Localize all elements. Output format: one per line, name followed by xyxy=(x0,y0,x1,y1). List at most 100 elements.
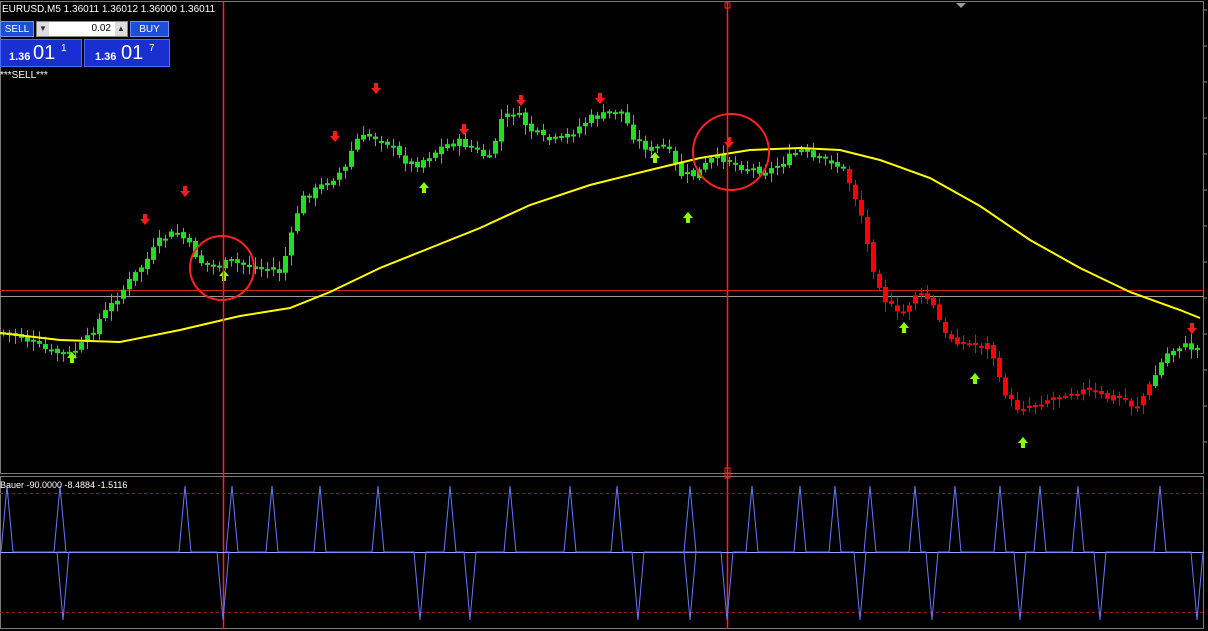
candle-body xyxy=(307,195,312,198)
candle-body xyxy=(115,300,120,305)
candle-body xyxy=(265,268,270,271)
candle-body xyxy=(1159,362,1164,376)
candle-body xyxy=(607,111,612,114)
candle-body xyxy=(103,310,108,319)
chart-shift-marker[interactable] xyxy=(956,3,966,8)
candle-body xyxy=(205,262,210,265)
candle-body xyxy=(397,146,402,156)
candlestick-series xyxy=(1,104,1200,416)
candle-body xyxy=(229,259,234,262)
arrow-up-icon xyxy=(419,182,429,193)
candle-body xyxy=(877,273,882,288)
buy-button[interactable]: BUY xyxy=(130,21,169,37)
candle-body xyxy=(1069,393,1074,396)
candle-body xyxy=(295,213,300,232)
candle-body xyxy=(157,237,162,246)
candle-body xyxy=(625,112,630,124)
candle-body xyxy=(829,160,834,164)
candle-body xyxy=(1003,377,1008,396)
candle-body xyxy=(247,264,252,268)
candle-body xyxy=(883,286,888,303)
candle-body xyxy=(421,160,426,168)
candle-body xyxy=(319,184,324,190)
candle-body xyxy=(1189,343,1194,350)
candle-body xyxy=(595,115,600,119)
candle-body xyxy=(523,112,528,126)
candle-body xyxy=(31,339,36,342)
candle-body xyxy=(289,232,294,256)
candle-body xyxy=(961,341,966,344)
candle-body xyxy=(541,129,546,136)
candle-body xyxy=(343,166,348,171)
candle-body xyxy=(721,154,726,162)
candle-body xyxy=(469,145,474,148)
candle-body xyxy=(463,139,468,148)
candle-body xyxy=(277,269,282,273)
candle-body xyxy=(685,172,690,175)
candle-body xyxy=(757,166,762,174)
candle-body xyxy=(313,187,318,199)
candle-body xyxy=(1135,406,1140,409)
lot-size-value[interactable]: 0.02 xyxy=(51,22,113,36)
sell-button[interactable]: SELL xyxy=(0,21,34,37)
candle-body xyxy=(745,169,750,172)
candle-body xyxy=(559,135,564,138)
candle-body xyxy=(1093,390,1098,393)
arrow-up-icon xyxy=(683,212,693,223)
candle-body xyxy=(901,311,906,314)
candle-body xyxy=(391,145,396,148)
candle-body xyxy=(775,165,780,168)
candle-body xyxy=(133,272,138,281)
buy-price-button[interactable]: 1.36 01 7 xyxy=(84,39,170,67)
candle-body xyxy=(235,259,240,263)
candle-body xyxy=(505,113,510,117)
candle-body xyxy=(955,337,960,345)
candle-body xyxy=(151,247,156,260)
candle-body xyxy=(337,172,342,180)
lot-increase-icon[interactable]: ▲ xyxy=(115,22,127,36)
candle-body xyxy=(1153,375,1158,386)
highlight-circle xyxy=(692,113,770,191)
candle-body xyxy=(37,340,42,344)
one-click-trading-panel: SELL ▼ 0.02 ▲ BUY 1.36 01 1 1.36 01 7 xyxy=(0,19,170,67)
candle-body xyxy=(1183,343,1188,348)
candle-body xyxy=(1111,395,1116,401)
candle-body xyxy=(499,118,504,142)
sell-price-pip: 1 xyxy=(61,43,67,54)
symbol-info: EURUSD,M5 1.36011 1.36012 1.36000 1.3601… xyxy=(2,4,216,15)
chart-canvas[interactable] xyxy=(0,0,1208,631)
candle-body xyxy=(529,123,534,132)
sell-price-button[interactable]: 1.36 01 1 xyxy=(0,39,82,67)
buy-price-main: 01 xyxy=(121,42,144,64)
buy-price-pip: 7 xyxy=(149,43,155,54)
lot-size-field[interactable]: ▼ 0.02 ▲ xyxy=(36,21,128,37)
candle-body xyxy=(751,168,756,171)
lot-decrease-icon[interactable]: ▼ xyxy=(37,22,49,36)
candle-body xyxy=(1087,387,1092,391)
candle-body xyxy=(703,162,708,170)
candle-body xyxy=(949,334,954,340)
candle-body xyxy=(631,124,636,140)
candle-body xyxy=(181,232,186,239)
arrow-down-icon xyxy=(330,131,340,142)
candle-body xyxy=(943,321,948,333)
arrow-down-icon xyxy=(140,214,150,225)
candle-body xyxy=(967,343,972,346)
candle-body xyxy=(643,140,648,150)
candle-body xyxy=(169,231,174,237)
arrow-down-icon xyxy=(724,137,734,148)
arrow-up-icon xyxy=(899,322,909,333)
candle-body xyxy=(859,200,864,216)
candle-body xyxy=(769,168,774,174)
candle-body xyxy=(1051,397,1056,400)
candle-body xyxy=(511,114,516,117)
candle-body xyxy=(1015,399,1020,410)
arrow-down-icon xyxy=(516,95,526,106)
candle-body xyxy=(1033,404,1038,407)
candle-body xyxy=(811,150,816,158)
candle-body xyxy=(175,232,180,235)
candle-body xyxy=(79,342,84,350)
candle-body xyxy=(667,146,672,150)
candle-body xyxy=(787,153,792,166)
arrow-up-icon xyxy=(970,373,980,384)
